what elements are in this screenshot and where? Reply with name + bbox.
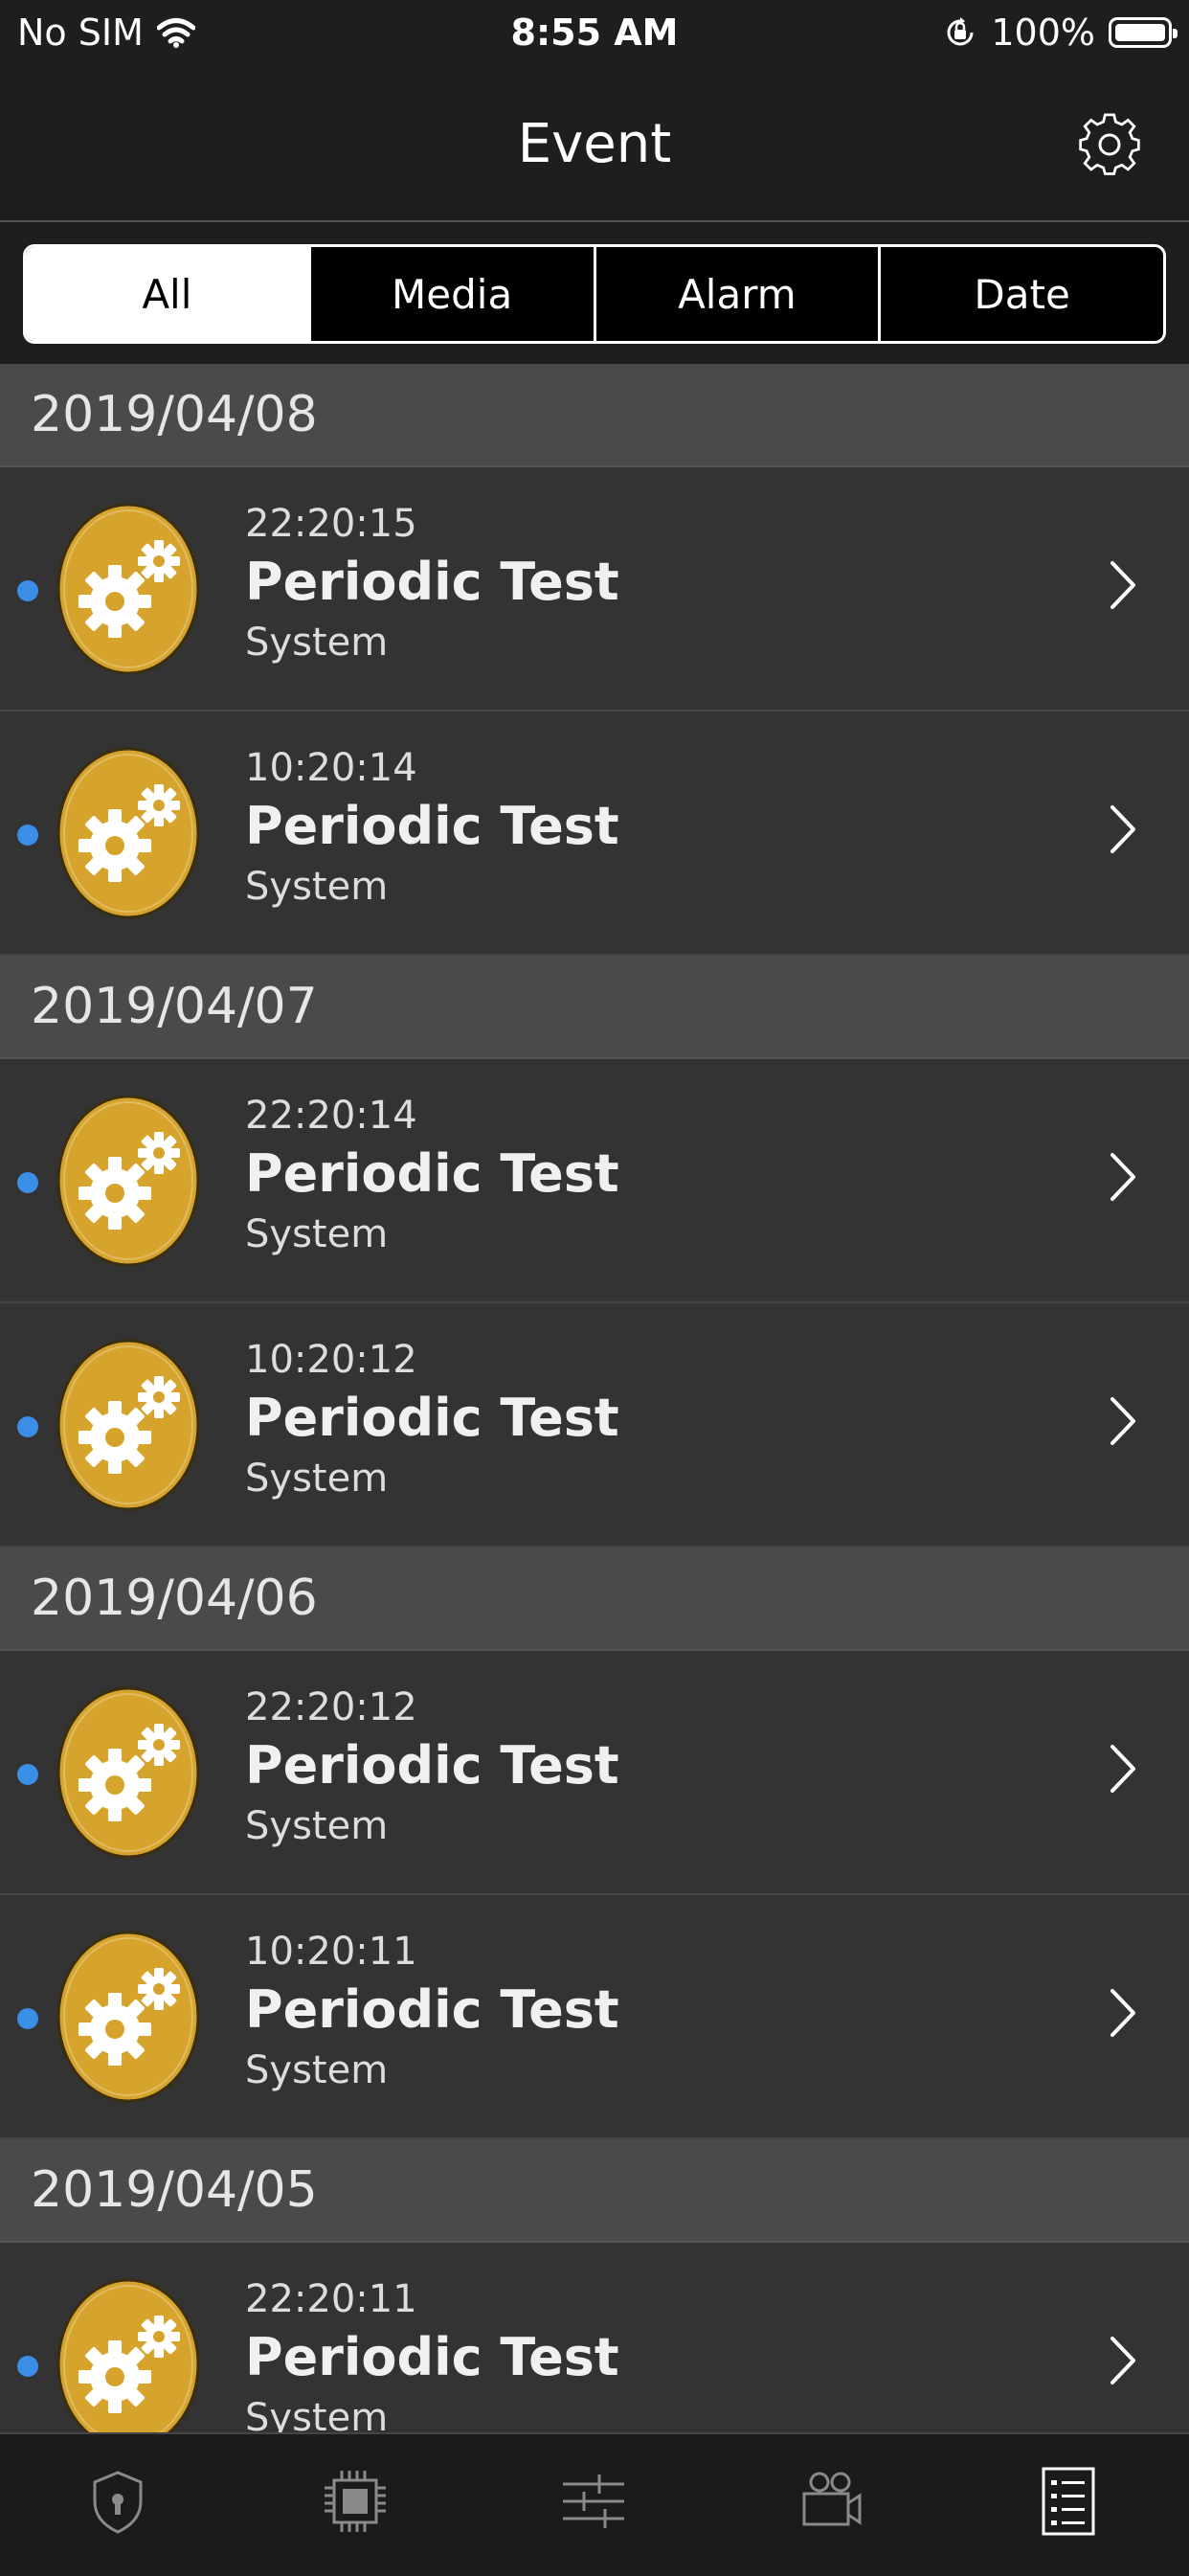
tab-media[interactable]: Media (311, 247, 596, 341)
tab-alarm[interactable]: Alarm (596, 247, 882, 341)
event-row[interactable]: 10:20:11 Periodic Test System (0, 1895, 1189, 2139)
event-text: 22:20:11 Periodic Test System (245, 2277, 619, 2440)
event-title: Periodic Test (245, 1388, 619, 1448)
event-title: Periodic Test (245, 1143, 619, 1204)
chevron-right-icon (1109, 1395, 1137, 1447)
section-date-header: 2019/04/08 (0, 364, 1189, 467)
system-gear-icon (56, 1094, 201, 1268)
event-row[interactable]: 22:20:15 Periodic Test System (0, 467, 1189, 712)
event-time: 22:20:11 (245, 2277, 417, 2321)
event-source: System (245, 621, 389, 665)
shield-lock-icon[interactable] (79, 2463, 156, 2540)
tab-date[interactable]: Date (881, 247, 1163, 341)
event-source: System (245, 1212, 389, 1256)
system-gear-icon (56, 746, 201, 920)
orientation-lock-icon (947, 17, 974, 46)
event-time: 22:20:14 (245, 1094, 417, 1138)
unread-dot (17, 1764, 38, 1785)
system-gear-icon (56, 502, 201, 676)
navigation-bar: Event (0, 73, 1189, 223)
tab-bar (0, 2432, 1189, 2576)
event-time: 10:20:14 (245, 746, 417, 790)
tab-all[interactable]: All (26, 247, 311, 341)
event-row[interactable]: 22:20:12 Periodic Test System (0, 1651, 1189, 1895)
event-row[interactable]: 10:20:14 Periodic Test System (0, 712, 1189, 956)
status-bar: No SIM 8:55 AM 100% (0, 0, 1189, 73)
event-source: System (245, 2048, 389, 2092)
event-list[interactable]: 2019/04/08 22:20:15 Periodic Test System… (0, 364, 1189, 2487)
chevron-right-icon (1109, 1987, 1137, 2039)
chip-icon[interactable] (317, 2463, 393, 2540)
event-text: 22:20:14 Periodic Test System (245, 1094, 619, 1256)
system-gear-icon (56, 1930, 201, 2104)
event-title: Periodic Test (245, 796, 619, 856)
event-time: 22:20:12 (245, 1685, 417, 1729)
chevron-right-icon (1109, 803, 1137, 855)
unread-dot (17, 1172, 38, 1193)
event-title: Periodic Test (245, 2327, 619, 2387)
video-camera-icon[interactable] (793, 2463, 869, 2540)
event-source: System (245, 1804, 389, 1848)
event-row[interactable]: 10:20:12 Periodic Test System (0, 1303, 1189, 1548)
system-gear-icon (56, 1338, 201, 1512)
section-date-header: 2019/04/05 (0, 2139, 1189, 2243)
event-time: 10:20:11 (245, 1930, 417, 1974)
battery-percent: 100% (991, 11, 1095, 54)
page-title: Event (517, 113, 672, 175)
chevron-right-icon (1109, 1151, 1137, 1203)
sliders-icon[interactable] (555, 2463, 632, 2540)
event-time: 22:20:15 (245, 502, 417, 546)
event-text: 10:20:11 Periodic Test System (245, 1930, 619, 2092)
chevron-right-icon (1109, 1743, 1137, 1795)
section-date-header: 2019/04/07 (0, 956, 1189, 1059)
event-source: System (245, 865, 389, 909)
system-gear-icon (56, 2277, 201, 2452)
settings-gear-icon[interactable] (1076, 111, 1143, 178)
event-title: Periodic Test (245, 1735, 619, 1796)
event-title: Periodic Test (245, 1979, 619, 2040)
event-text: 10:20:14 Periodic Test System (245, 746, 619, 909)
unread-dot (17, 2356, 38, 2377)
unread-dot (17, 1416, 38, 1437)
battery-icon (1109, 17, 1178, 48)
event-text: 22:20:15 Periodic Test System (245, 502, 619, 665)
chevron-right-icon (1109, 2335, 1137, 2386)
event-title: Periodic Test (245, 552, 619, 612)
unread-dot (17, 580, 38, 601)
event-list-icon[interactable] (1030, 2463, 1107, 2540)
event-row[interactable]: 22:20:14 Periodic Test System (0, 1059, 1189, 1303)
unread-dot (17, 2008, 38, 2029)
system-gear-icon (56, 1685, 201, 1860)
event-text: 10:20:12 Periodic Test System (245, 1338, 619, 1501)
status-right: 100% (943, 11, 1178, 54)
event-source: System (245, 1457, 389, 1501)
filter-segmented-control: All Media Alarm Date (23, 244, 1166, 344)
event-time: 10:20:12 (245, 1338, 417, 1382)
section-date-header: 2019/04/06 (0, 1548, 1189, 1651)
unread-dot (17, 825, 38, 846)
chevron-right-icon (1109, 559, 1137, 611)
event-text: 22:20:12 Periodic Test System (245, 1685, 619, 1848)
